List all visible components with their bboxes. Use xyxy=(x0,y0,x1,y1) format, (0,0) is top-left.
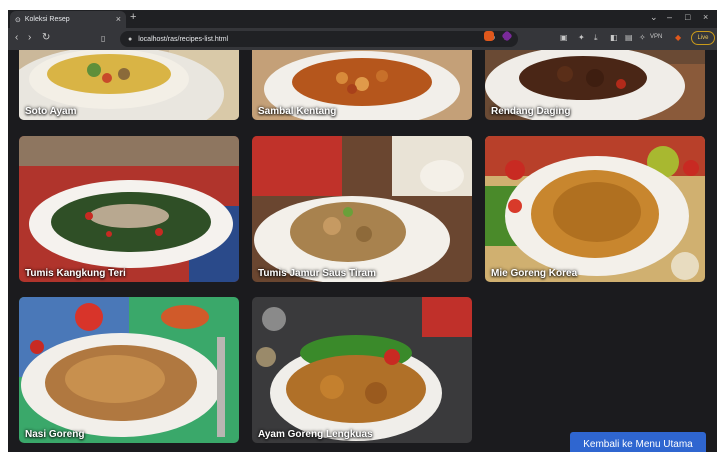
browser-window: ⊙ Koleksi Resep × + ⌄ – □ × ‹ › ↻ ▯ ● lo… xyxy=(8,10,717,452)
recipe-card[interactable]: Tumis Kangkung Teri xyxy=(19,136,239,282)
recipe-name: Mie Goreng Korea xyxy=(491,268,578,279)
recipe-name: Sambal Kentang xyxy=(258,106,337,117)
back-to-main-menu-button[interactable]: Kembali ke Menu Utama xyxy=(570,432,706,452)
url-text: localhost/ras/recipes-list.html xyxy=(138,35,229,43)
recipe-name: Ayam Goreng Lengkuas xyxy=(258,429,373,440)
recipe-grid: Soto Ayam Sambal Kentang Rendang Daging … xyxy=(8,50,717,452)
tumis-kangkung-teri-image xyxy=(19,136,239,282)
forward-arrow-icon[interactable]: › xyxy=(28,32,31,43)
recipe-card[interactable]: Soto Ayam xyxy=(19,50,239,120)
brave-shield-icon[interactable] xyxy=(484,31,494,41)
menu-button-label: Live xyxy=(697,35,709,41)
recipe-card[interactable]: Rendang Daging xyxy=(485,50,705,120)
recipe-name: Tumis Kangkung Teri xyxy=(25,268,126,279)
tumis-jamur-saus-tiram-image xyxy=(252,136,472,282)
split-view-icon[interactable]: ◧ xyxy=(610,33,618,42)
new-tab-icon[interactable]: + xyxy=(130,11,136,23)
recipe-name: Tumis Jamur Saus Tiram xyxy=(258,268,377,279)
back-arrow-icon[interactable]: ‹ xyxy=(15,32,18,43)
recipe-name: Nasi Goreng xyxy=(25,429,85,440)
maximize-icon[interactable]: □ xyxy=(685,12,690,22)
minimize-icon[interactable]: – xyxy=(667,12,672,22)
browser-toolbar: ‹ › ↻ ▯ ● localhost/ras/recipes-list.htm… xyxy=(8,28,717,50)
browser-tab[interactable]: ⊙ Koleksi Resep × xyxy=(10,11,126,28)
bookmark-icon[interactable]: ▯ xyxy=(101,34,105,43)
close-window-icon[interactable]: × xyxy=(703,12,708,22)
leo-icon[interactable]: ✧ xyxy=(639,33,646,42)
wallet-icon[interactable]: ▤ xyxy=(625,33,633,42)
recipe-card[interactable]: Ayam Goreng Lengkuas xyxy=(252,297,472,443)
profile-icon[interactable]: ◆ xyxy=(675,33,681,42)
recipe-name: Soto Ayam xyxy=(25,106,77,117)
mie-goreng-korea-image xyxy=(485,136,705,282)
recipe-card[interactable]: Nasi Goreng xyxy=(19,297,239,443)
tab-strip: ⊙ Koleksi Resep × + ⌄ – □ × xyxy=(8,10,717,28)
vpn-label[interactable]: VPN xyxy=(650,34,662,40)
menu-button[interactable]: Live xyxy=(691,31,715,45)
ayam-goreng-lengkuas-image xyxy=(252,297,472,443)
recipe-card[interactable]: Mie Goreng Korea xyxy=(485,136,705,282)
extensions-icon[interactable]: ✦ xyxy=(578,33,585,42)
address-bar[interactable]: ● localhost/ras/recipes-list.html ⊕ ↗ xyxy=(120,31,518,47)
site-info-icon[interactable]: ● xyxy=(128,36,132,43)
tab-search-icon[interactable]: ⌄ xyxy=(650,12,658,23)
download-icon[interactable]: ⤓ xyxy=(594,33,598,43)
globe-icon: ⊙ xyxy=(15,16,21,24)
recipe-card[interactable]: Sambal Kentang xyxy=(252,50,472,120)
nasi-goreng-image xyxy=(19,297,239,443)
recipe-card[interactable]: Tumis Jamur Saus Tiram xyxy=(252,136,472,282)
recipe-name: Rendang Daging xyxy=(491,106,571,117)
close-tab-icon[interactable]: × xyxy=(116,14,121,24)
sidebar-icon[interactable]: ▣ xyxy=(560,33,568,42)
reload-icon[interactable]: ↻ xyxy=(42,32,50,43)
tab-title: Koleksi Resep xyxy=(24,16,70,23)
